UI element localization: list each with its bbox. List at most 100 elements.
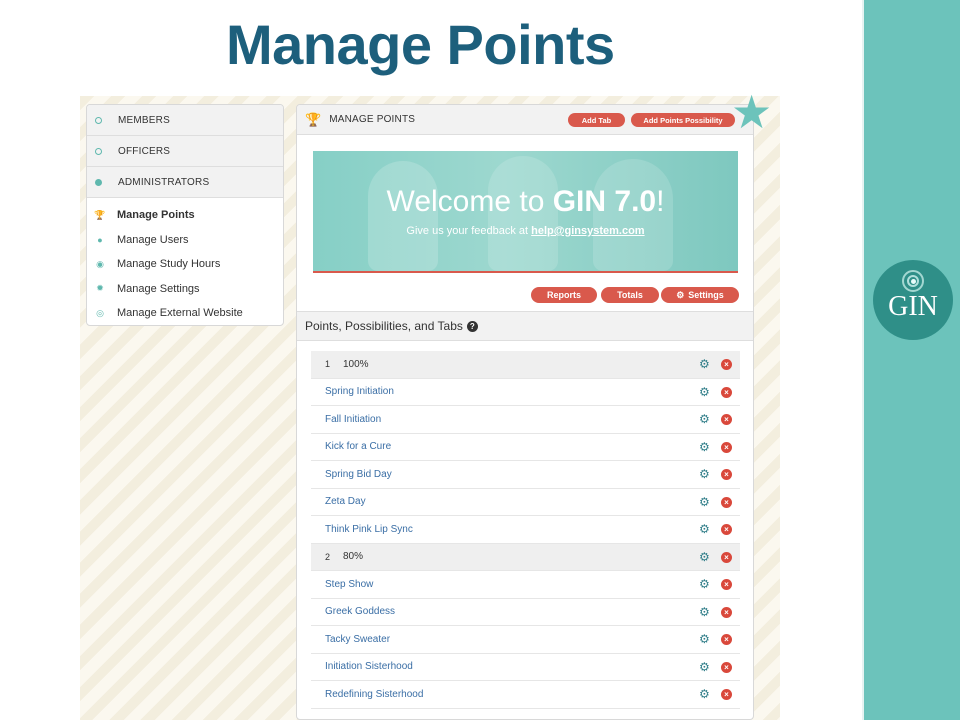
sidebar-sections: MEMBERS OFFICERS ADMINISTRATORS <box>87 105 283 198</box>
sidebar-item-label: Manage Settings <box>117 282 200 295</box>
points-section-header: Points, Possibilities, and Tabs ? <box>297 311 753 341</box>
feedback-email-link[interactable]: help@ginsystem.com <box>531 225 644 237</box>
sidebar-item-manage-settings[interactable]: ✹ Manage Settings <box>87 277 283 302</box>
possibility-row: Step Show ⚙ × <box>311 571 740 599</box>
settings-gear-icon: ⚙ <box>676 289 685 300</box>
edit-gear-icon[interactable]: ⚙ <box>699 496 710 508</box>
main-panel: 🏆 MANAGE POINTS Add Tab Add Points Possi… <box>296 104 754 720</box>
circle-icon <box>95 116 102 124</box>
possibility-link[interactable]: Step Show <box>325 579 373 590</box>
possibility-link[interactable]: Redefining Sisterhood <box>325 689 423 700</box>
edit-gear-icon[interactable]: ⚙ <box>699 688 710 700</box>
sidebar-item-manage-users[interactable]: ● Manage Users <box>87 228 283 253</box>
possibility-link[interactable]: Kick for a Cure <box>325 441 391 452</box>
add-tab-button[interactable]: Add Tab <box>568 113 625 127</box>
delete-icon[interactable]: × <box>721 441 732 453</box>
edit-gear-icon[interactable]: ⚙ <box>699 441 710 453</box>
delete-icon[interactable]: × <box>721 634 732 645</box>
sidebar-item-manage-study-hours[interactable]: ◉ Manage Study Hours <box>87 252 283 277</box>
sidebar-item-label: Manage External Website <box>117 307 243 320</box>
sidebar-section-officers[interactable]: OFFICERS <box>87 136 283 167</box>
sidebar-section-members[interactable]: MEMBERS <box>87 105 283 136</box>
sidebar-item-label: Manage Users <box>117 233 189 246</box>
right-accent-band <box>864 0 960 720</box>
possibility-link[interactable]: Spring Initiation <box>325 386 394 397</box>
banner-subtitle-prefix: Give us your feedback at <box>406 225 532 237</box>
slide-title: Manage Points <box>226 13 615 76</box>
delete-icon[interactable]: × <box>721 551 732 563</box>
sidebar-item-label: Manage Points <box>117 209 195 222</box>
settings-button-label: Settings <box>688 290 724 300</box>
points-list: 1 100% ⚙ × Spring Initiation ⚙ × Fall Initiatio… <box>311 351 740 709</box>
sidebar-section-label: ADMINISTRATORS <box>118 176 210 188</box>
star-icon: ★ <box>731 86 773 138</box>
help-icon[interactable]: ? <box>466 320 478 332</box>
delete-icon[interactable]: × <box>721 606 732 618</box>
edit-gear-icon[interactable]: ⚙ <box>699 386 710 398</box>
welcome-banner[interactable]: Welcome to GIN 7.0! Give us your feedbac… <box>313 151 738 271</box>
possibility-row: Fall Initiation ⚙ × <box>311 406 740 434</box>
possibility-link[interactable]: Greek Goddess <box>325 606 395 617</box>
banner-divider <box>313 271 738 273</box>
main-header-title: MANAGE POINTS <box>329 114 416 125</box>
trophy-icon: 🏆 <box>94 209 106 220</box>
possibility-link[interactable]: Initiation Sisterhood <box>325 661 413 672</box>
edit-gear-icon[interactable]: ⚙ <box>699 468 710 480</box>
users-icon: ● <box>97 234 103 245</box>
delete-icon[interactable]: × <box>721 386 732 398</box>
totals-button[interactable]: Totals <box>601 287 659 303</box>
possibility-row: Zeta Day ⚙ × <box>311 488 740 516</box>
tab-group-row: 2 80% ⚙ × <box>311 543 740 571</box>
clock-icon: ◉ <box>96 258 104 269</box>
delete-icon[interactable]: × <box>721 579 732 590</box>
group-label: 80% <box>343 551 364 563</box>
group-label: 100% <box>343 358 369 370</box>
possibility-row: Think Pink Lip Sync ⚙ × <box>311 516 740 544</box>
possibility-link[interactable]: Fall Initiation <box>325 414 381 425</box>
possibility-link[interactable]: Zeta Day <box>325 496 366 507</box>
delete-icon[interactable]: × <box>721 414 732 425</box>
delete-icon[interactable]: × <box>721 524 732 535</box>
possibility-link[interactable]: Think Pink Lip Sync <box>325 524 413 535</box>
edit-gear-icon[interactable]: ⚙ <box>699 358 710 370</box>
sidebar-section-administrators[interactable]: ADMINISTRATORS <box>87 167 283 198</box>
edit-gear-icon[interactable]: ⚙ <box>699 633 710 645</box>
add-points-possibility-button[interactable]: Add Points Possibility <box>631 113 735 127</box>
gear-icon: ✹ <box>96 283 104 294</box>
possibility-row: Initiation Sisterhood ⚙ × <box>311 653 740 681</box>
banner-title: Welcome to GIN 7.0! <box>313 185 738 219</box>
sidebar-items: 🏆 Manage Points ● Manage Users ◉ Manage Study… <box>87 198 283 325</box>
edit-gear-icon[interactable]: ⚙ <box>699 661 710 673</box>
possibility-row: Spring Initiation ⚙ × <box>311 378 740 406</box>
possibility-row: Redefining Sisterhood ⚙ × <box>311 681 740 709</box>
edit-gear-icon[interactable]: ⚙ <box>699 413 710 425</box>
edit-gear-icon[interactable]: ⚙ <box>699 606 710 618</box>
edit-gear-icon[interactable]: ⚙ <box>699 523 710 535</box>
tab-group-row: 1 100% ⚙ × <box>311 351 740 379</box>
settings-button[interactable]: ⚙ Settings <box>661 287 739 303</box>
possibility-link[interactable]: Tacky Sweater <box>325 634 390 645</box>
delete-icon[interactable]: × <box>721 661 732 673</box>
sidebar: MEMBERS OFFICERS ADMINISTRATORS 🏆 Manage Po… <box>86 104 284 326</box>
delete-icon[interactable]: × <box>721 469 732 480</box>
sidebar-section-label: MEMBERS <box>118 114 170 126</box>
edit-gear-icon[interactable]: ⚙ <box>699 578 710 590</box>
trophy-icon: 🏆 <box>305 111 322 127</box>
banner-title-brand: GIN 7.0 <box>552 185 657 218</box>
group-number: 1 <box>325 359 331 370</box>
reports-button[interactable]: Reports <box>531 287 597 303</box>
delete-icon[interactable]: × <box>721 359 732 370</box>
possibility-link[interactable]: Spring Bid Day <box>325 469 392 480</box>
sidebar-item-manage-external-website[interactable]: ◎ Manage External Website <box>87 301 283 325</box>
sidebar-item-label: Manage Study Hours <box>117 258 221 271</box>
delete-icon[interactable]: × <box>721 689 732 700</box>
banner-subtitle: Give us your feedback at help@ginsystem.… <box>313 225 738 237</box>
delete-icon[interactable]: × <box>721 496 732 508</box>
banner-title-prefix: Welcome to <box>386 185 553 218</box>
possibility-row: Kick for a Cure ⚙ × <box>311 433 740 461</box>
app-screenshot: MEMBERS OFFICERS ADMINISTRATORS 🏆 Manage Po… <box>80 96 780 720</box>
edit-gear-icon[interactable]: ⚙ <box>699 551 710 563</box>
possibility-row: Spring Bid Day ⚙ × <box>311 461 740 489</box>
possibility-row: Tacky Sweater ⚙ × <box>311 626 740 654</box>
sidebar-item-manage-points[interactable]: 🏆 Manage Points <box>87 203 283 228</box>
